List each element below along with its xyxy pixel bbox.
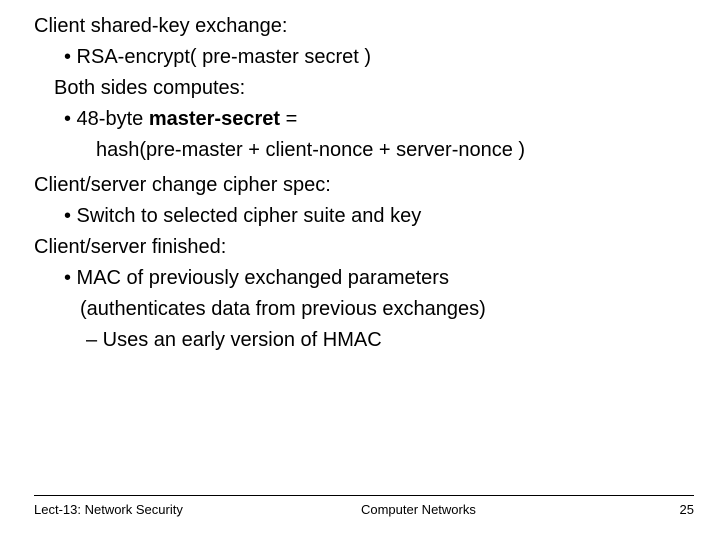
text: Client shared-key exchange: — [34, 15, 287, 37]
bullet-mac-params: • MAC of previously exchanged parameters — [34, 266, 694, 291]
text: hash(pre-master + client-nonce + server-… — [96, 139, 525, 161]
text: • MAC of previously exchanged parameters — [64, 267, 449, 289]
bullet-authenticates: (authenticates data from previous exchan… — [34, 297, 694, 322]
bullet-hmac: – Uses an early version of HMAC — [34, 328, 694, 353]
footer-center: Computer Networks — [183, 502, 654, 518]
footer-row: Lect-13: Network Security Computer Netwo… — [34, 502, 694, 518]
text-pre: • 48-byte — [64, 108, 149, 130]
text: Both sides computes: — [54, 77, 245, 99]
bullet-switch-cipher: • Switch to selected cipher suite and ke… — [34, 204, 694, 229]
footer-left: Lect-13: Network Security — [34, 502, 183, 518]
subheading-both-sides: Both sides computes: — [34, 76, 694, 101]
section-client-shared-key: Client shared-key exchange: — [34, 14, 694, 39]
bullet-rsa-encrypt: • RSA-encrypt( pre-master secret ) — [34, 45, 694, 70]
text-bold: master-secret — [149, 108, 280, 130]
bullet-hash-formula: hash(pre-master + client-nonce + server-… — [34, 138, 694, 163]
text: • Switch to selected cipher suite and ke… — [64, 205, 421, 227]
slide: Client shared-key exchange: • RSA-encryp… — [0, 0, 720, 540]
section-finished: Client/server finished: — [34, 235, 694, 260]
text: • RSA-encrypt( pre-master secret ) — [64, 46, 371, 68]
text: – Uses an early version of HMAC — [86, 329, 382, 351]
footer-page: 25 — [654, 502, 694, 518]
footer-divider — [34, 495, 694, 496]
text: Client/server change cipher spec: — [34, 174, 331, 196]
text-post: = — [280, 108, 297, 130]
bullet-master-secret: • 48-byte master-secret = — [34, 107, 694, 132]
section-change-cipher-spec: Client/server change cipher spec: — [34, 173, 694, 198]
footer: Lect-13: Network Security Computer Netwo… — [34, 495, 694, 518]
text: (authenticates data from previous exchan… — [80, 298, 486, 320]
text: Client/server finished: — [34, 236, 226, 258]
